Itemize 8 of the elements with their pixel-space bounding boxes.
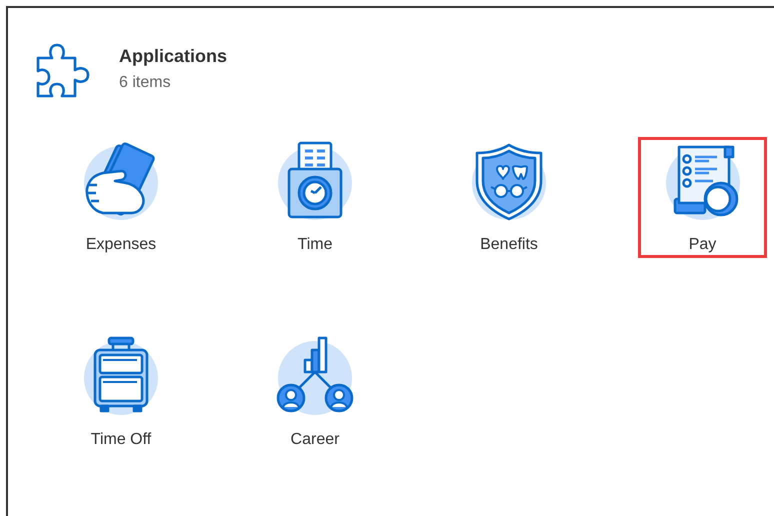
app-tile[interactable]: Expenses (56, 137, 186, 258)
item-count: 6 items (119, 74, 172, 92)
app-tile[interactable]: Time (250, 137, 380, 258)
app-tile[interactable]: Pay (638, 137, 767, 258)
section-title: Applications (119, 46, 228, 67)
app-tile[interactable]: Time Off (56, 332, 186, 453)
app-tile[interactable]: Career (250, 332, 380, 453)
app-tile[interactable]: Benefits (444, 137, 574, 258)
